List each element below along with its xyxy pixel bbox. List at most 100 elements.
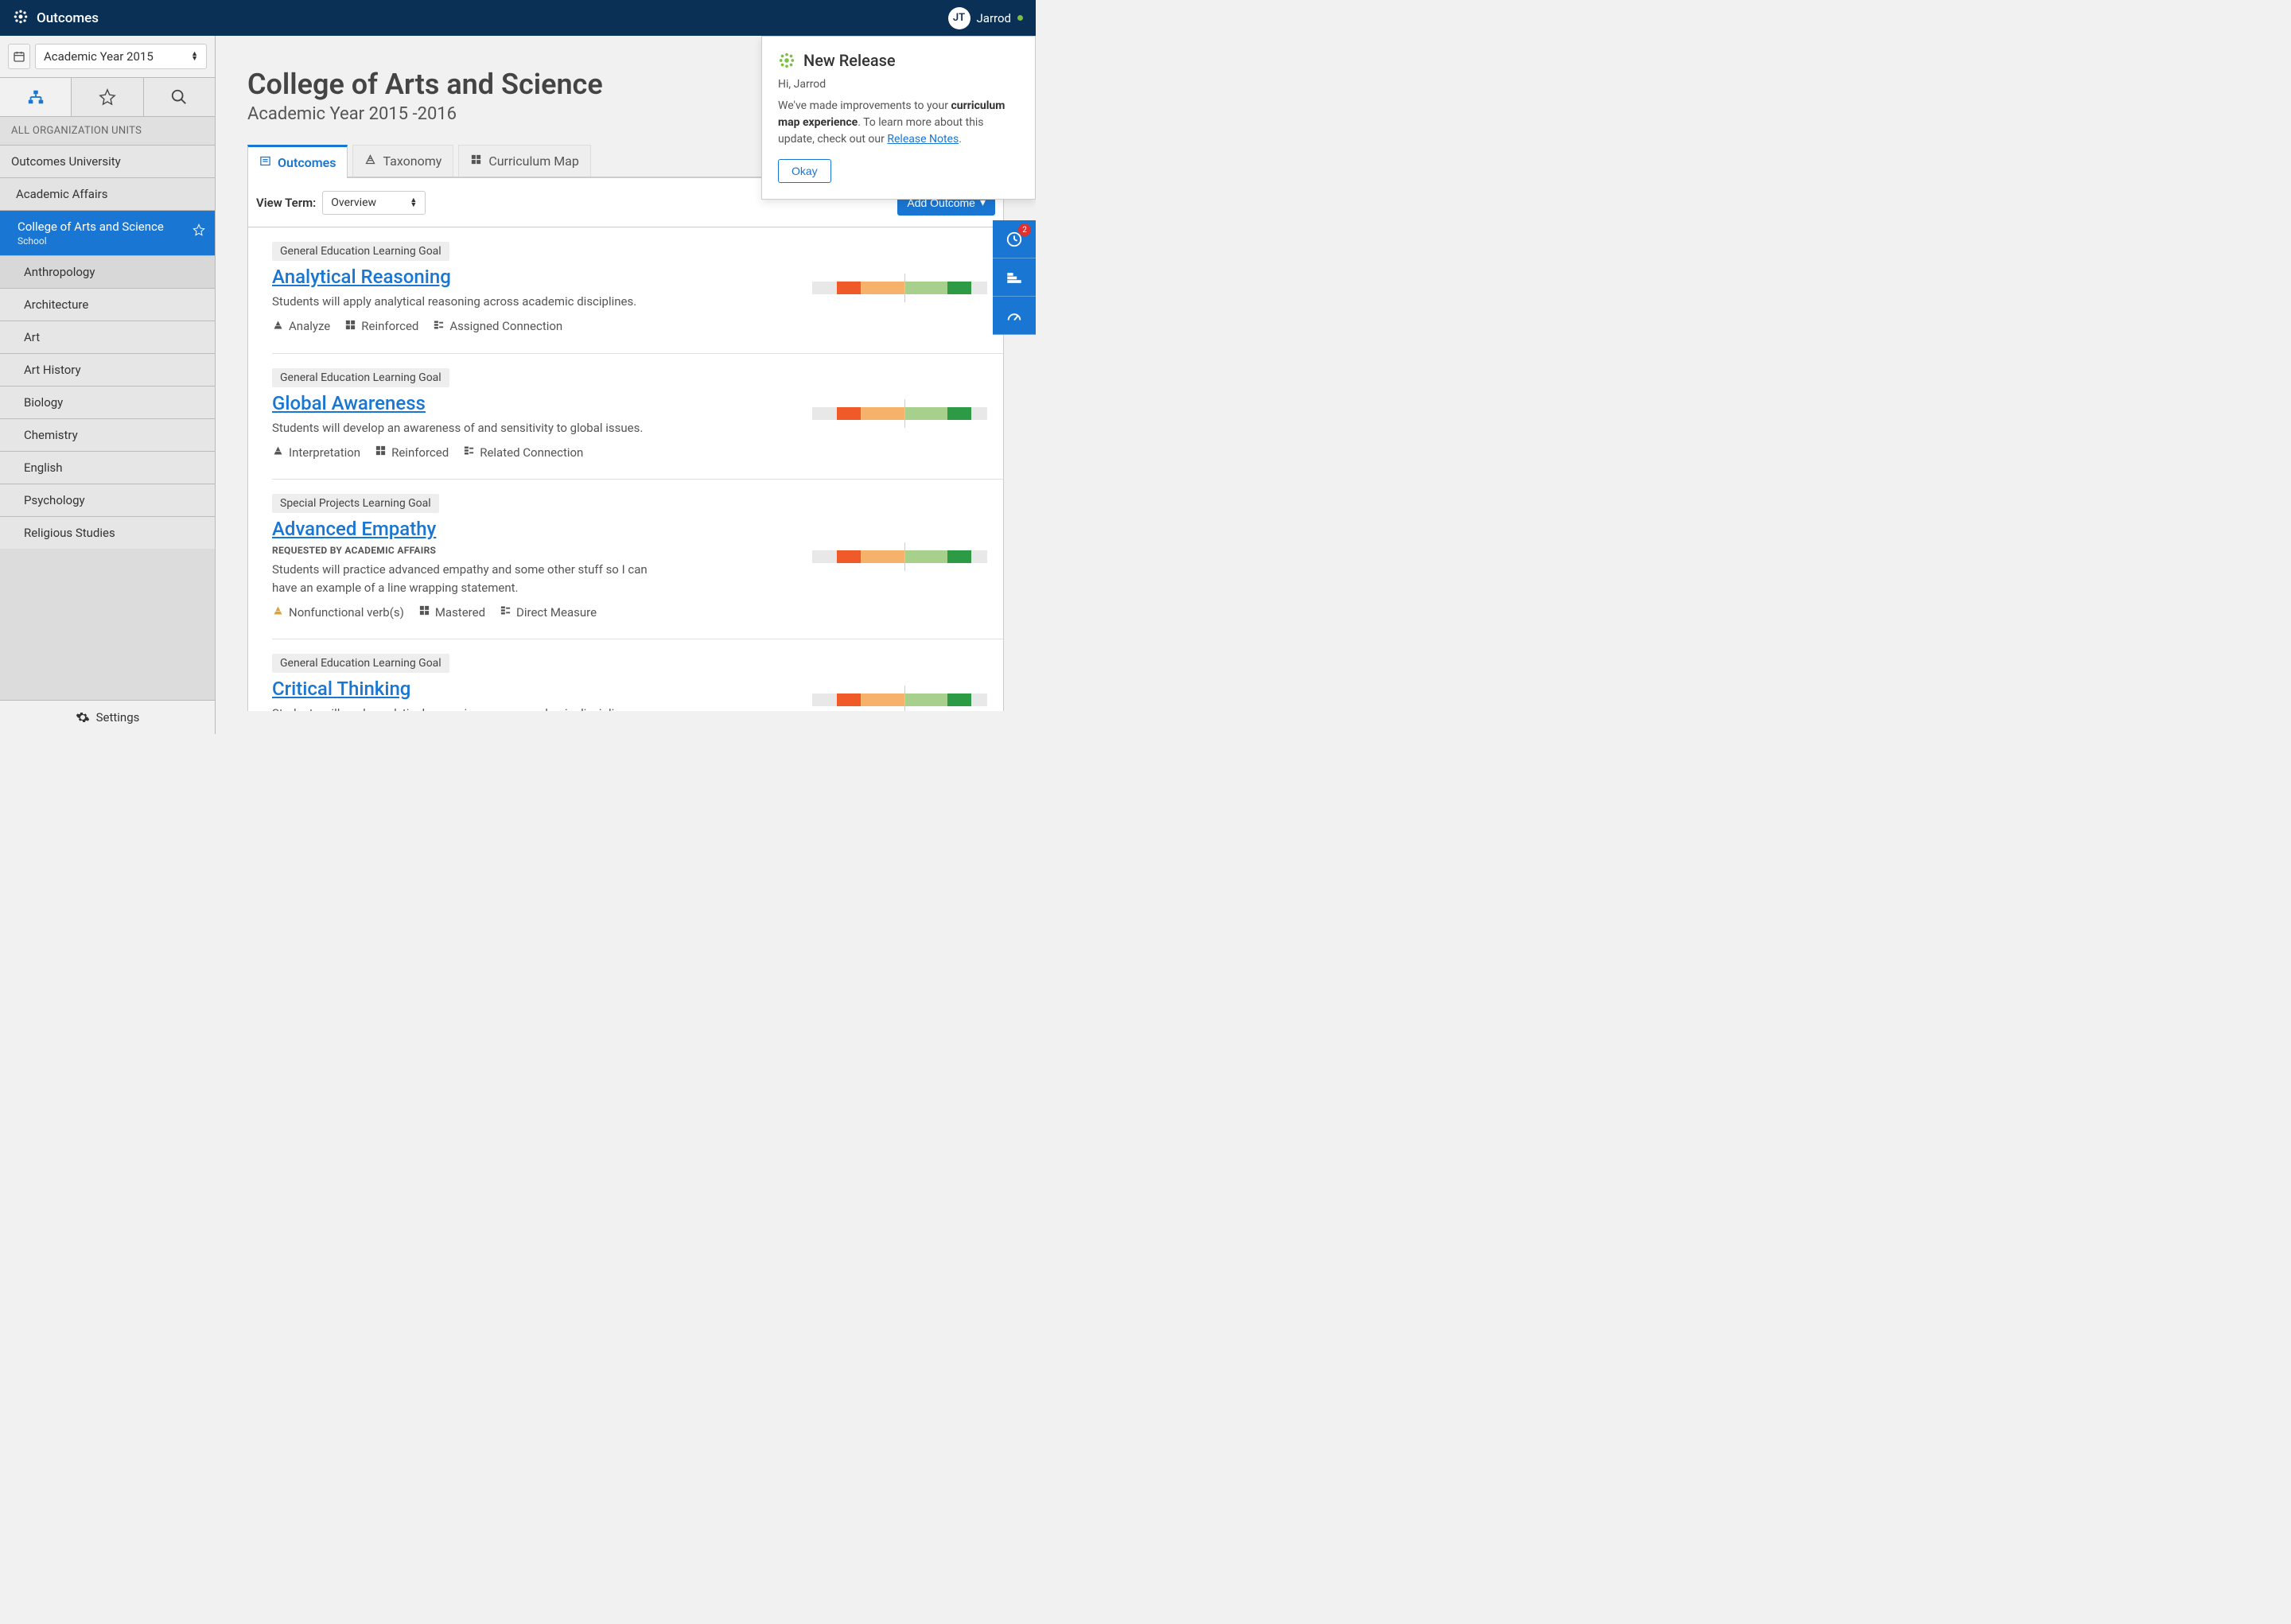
new-release-popover: New Release Hi, Jarrod We've made improv… xyxy=(761,36,1036,200)
connection-icon xyxy=(500,604,511,620)
map-icon xyxy=(375,445,387,460)
app-title: Outcomes xyxy=(37,10,99,26)
outcome-card: General Education Learning Goal Analytica… xyxy=(272,227,1003,354)
view-term-value: Overview xyxy=(331,196,376,209)
tree-item-child[interactable]: Chemistry xyxy=(0,418,215,451)
brand: Outcomes xyxy=(13,9,99,28)
release-notes-link[interactable]: Release Notes xyxy=(887,133,959,146)
tree-item-child[interactable]: Art xyxy=(0,321,215,353)
taxonomy-icon xyxy=(272,445,284,460)
outcome-card: General Education Learning Goal Global Aw… xyxy=(272,354,1003,480)
tab-curriculum-map[interactable]: Curriculum Map xyxy=(458,145,591,177)
top-header: Outcomes JT Jarrod xyxy=(0,0,1036,36)
sidebar: Academic Year 2015 ▲▼ ALL ORGANIZATION U… xyxy=(0,36,216,734)
distribution-bar xyxy=(812,282,987,294)
tree-item-active-type: School xyxy=(18,235,204,247)
rail-dashboard-button[interactable] xyxy=(993,297,1036,335)
meta-map: Reinforced xyxy=(344,319,418,334)
tree-item-child[interactable]: Architecture xyxy=(0,288,215,321)
bar-steps-icon xyxy=(1005,269,1023,286)
outcome-badge: General Education Learning Goal xyxy=(272,368,449,387)
outcome-description: Students will practice advanced empathy … xyxy=(272,561,670,596)
star-icon xyxy=(99,88,116,106)
rail-activity-button[interactable]: 2 xyxy=(993,220,1036,258)
settings-button[interactable]: Settings xyxy=(0,700,215,734)
distribution-bar xyxy=(812,550,987,563)
rail-reports-button[interactable] xyxy=(993,258,1036,297)
outcome-badge: General Education Learning Goal xyxy=(272,242,449,261)
popover-okay-button[interactable]: Okay xyxy=(778,159,831,183)
main-content: College of Arts and Science Academic Yea… xyxy=(216,36,1036,734)
popover-text-3: . xyxy=(959,133,962,146)
release-icon xyxy=(778,52,795,69)
meta-taxonomy: Interpretation xyxy=(272,445,360,460)
outcome-badge: Special Projects Learning Goal xyxy=(272,494,439,513)
outcome-meta-row: Nonfunctional verb(s)MasteredDirect Meas… xyxy=(272,604,788,620)
tree-item-root[interactable]: Outcomes University xyxy=(0,145,215,177)
calendar-button[interactable] xyxy=(8,44,30,69)
tree-item-child[interactable]: Biology xyxy=(0,386,215,418)
outcome-card: Special Projects Learning Goal Advanced E… xyxy=(272,480,1003,639)
outcome-card: General Education Learning Goal Critical … xyxy=(272,639,1003,711)
sidebar-view-tabs xyxy=(0,77,215,117)
map-icon xyxy=(418,604,430,620)
tree-item-child[interactable]: Art History xyxy=(0,353,215,386)
gauge-icon xyxy=(1005,307,1023,324)
tree-item-child[interactable]: English xyxy=(0,451,215,484)
sort-caret-icon: ▲▼ xyxy=(410,198,417,208)
outcomes-list[interactable]: General Education Learning Goal Analytica… xyxy=(247,227,1004,711)
search-icon xyxy=(170,88,188,106)
outcome-description: Students will develop an awareness of an… xyxy=(272,419,670,437)
outcome-title-link[interactable]: Critical Thinking xyxy=(272,678,410,700)
gear-icon xyxy=(76,710,90,725)
outcome-description: Students will apply analytical reasoning… xyxy=(272,293,670,311)
rail-badge: 2 xyxy=(1018,223,1031,236)
status-indicator xyxy=(1017,15,1023,21)
tree-item-child[interactable]: Religious Studies xyxy=(0,516,215,549)
popover-greeting: Hi, Jarrod xyxy=(778,76,1019,93)
user-name: Jarrod xyxy=(977,11,1011,25)
sort-caret-icon: ▲▼ xyxy=(191,52,198,61)
curriculum-map-icon xyxy=(470,153,482,169)
tree-item-level1[interactable]: Academic Affairs xyxy=(0,177,215,210)
tab-outcomes[interactable]: Outcomes xyxy=(247,145,348,178)
settings-label: Settings xyxy=(96,710,140,725)
outcome-title-link[interactable]: Global Awareness xyxy=(272,392,426,414)
meta-connection: Assigned Connection xyxy=(433,319,562,334)
outcomes-icon xyxy=(259,155,271,170)
meta-connection: Direct Measure xyxy=(500,604,597,620)
meta-taxonomy: Analyze xyxy=(272,319,330,334)
tree-item-child[interactable]: Anthropology xyxy=(0,255,215,288)
avatar: JT xyxy=(948,7,970,29)
user-menu[interactable]: JT Jarrod xyxy=(948,7,1023,29)
term-picker-row: Academic Year 2015 ▲▼ xyxy=(0,36,215,77)
outcome-meta-row: Analyze Reinforced Assigned Connection xyxy=(272,319,788,334)
outcome-title-link[interactable]: Analytical Reasoning xyxy=(272,266,451,288)
outcome-badge: General Education Learning Goal xyxy=(272,654,449,673)
view-term-label: View Term: xyxy=(256,196,316,210)
tree-item-active[interactable]: College of Arts and Science School xyxy=(0,210,215,255)
popover-title: New Release xyxy=(803,51,896,70)
brand-icon xyxy=(13,9,29,28)
view-tab-favorites[interactable] xyxy=(72,78,143,116)
taxonomy-icon xyxy=(364,153,376,169)
outcome-description: Students will apply analytical reasoning… xyxy=(272,705,670,711)
meta-map: Reinforced xyxy=(375,445,449,460)
view-term-select[interactable]: Overview ▲▼ xyxy=(322,191,426,215)
right-rail: 2 xyxy=(993,220,1036,335)
tree-item-child[interactable]: Psychology xyxy=(0,484,215,516)
meta-map: Mastered xyxy=(418,604,485,620)
tree-header: ALL ORGANIZATION UNITS xyxy=(0,117,215,145)
term-select[interactable]: Academic Year 2015 ▲▼ xyxy=(35,44,207,69)
outcome-requested-by: REQUESTED BY ACADEMIC AFFAIRS xyxy=(272,545,788,556)
favorite-toggle[interactable] xyxy=(193,223,205,239)
tree-item-active-name: College of Arts and Science xyxy=(18,220,164,234)
outcome-meta-row: InterpretationReinforcedRelated Connecti… xyxy=(272,445,788,460)
tab-taxonomy[interactable]: Taxonomy xyxy=(352,145,453,177)
view-tab-tree[interactable] xyxy=(0,78,72,116)
outcome-title-link[interactable]: Advanced Empathy xyxy=(272,518,436,540)
term-select-label: Academic Year 2015 xyxy=(44,49,154,64)
taxonomy-icon xyxy=(272,319,284,334)
view-tab-search[interactable] xyxy=(144,78,215,116)
distribution-bar xyxy=(812,407,987,420)
